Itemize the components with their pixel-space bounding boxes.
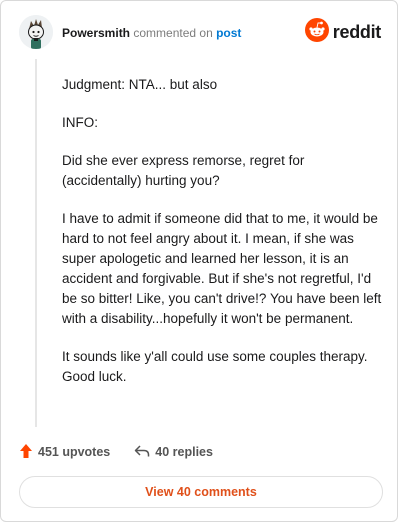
comment-actions: 451 upvotes 40 replies [19, 442, 213, 462]
comment-paragraph: It sounds like y'all could use some coup… [62, 349, 368, 384]
commented-on-text: commented on [133, 26, 213, 40]
comment-paragraph: INFO: [62, 115, 98, 130]
user-avatar[interactable] [19, 15, 53, 49]
comment-body: Judgment: NTA... but also INFO: Did she … [62, 75, 382, 405]
view-comments-button[interactable]: View 40 comments [19, 476, 383, 508]
comment-header: Powersmith commented on post reddit [19, 15, 381, 51]
thread-line[interactable] [35, 59, 37, 427]
replies-button[interactable]: 40 replies [134, 444, 213, 461]
upvote-count: 451 upvotes [38, 445, 111, 459]
arrow-up-icon [19, 443, 33, 462]
upvote-button[interactable]: 451 upvotes [19, 443, 110, 462]
replies-count: 40 replies [155, 445, 213, 459]
reddit-wordmark: reddit [332, 21, 382, 42]
username-link[interactable]: Powersmith [62, 26, 130, 40]
reply-arrow-icon [134, 444, 150, 461]
reddit-brand[interactable]: reddit [304, 17, 382, 47]
post-link[interactable]: post [216, 26, 241, 40]
comment-paragraph: Did she ever express remorse, regret for… [62, 153, 305, 188]
comment-paragraph: I have to admit if someone did that to m… [62, 211, 382, 326]
comment-card: Powersmith commented on post reddit Judg… [0, 0, 398, 522]
reddit-logo-icon [304, 17, 329, 47]
comment-paragraph: Judgment: NTA... but also [62, 77, 218, 92]
comment-byline: Powersmith commented on post [62, 26, 241, 40]
